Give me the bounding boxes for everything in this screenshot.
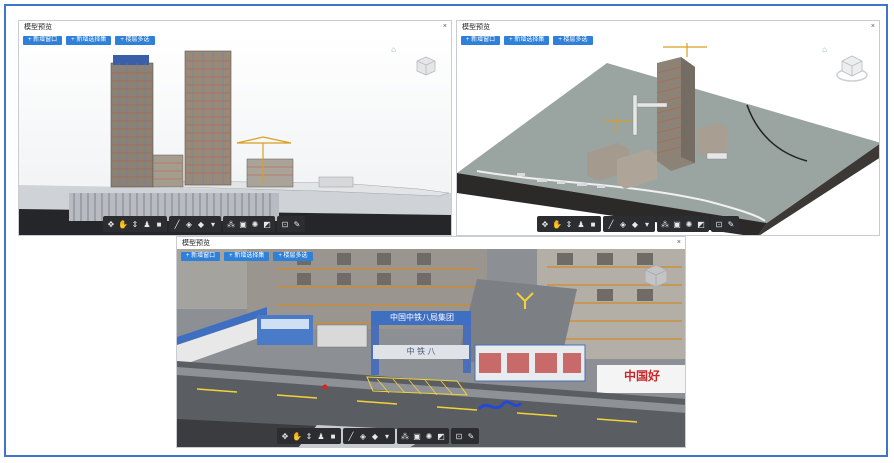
settings-icon[interactable]: ✺ <box>423 428 435 444</box>
measure-icon[interactable]: ╱ <box>345 428 357 444</box>
section-icon[interactable]: ◈ <box>357 428 369 444</box>
properties-icon[interactable]: ▣ <box>237 216 249 232</box>
close-icon[interactable]: × <box>677 239 681 247</box>
views-icon[interactable]: ▾ <box>381 428 393 444</box>
model-preview-panel-3: 模型预览 × 中国中铁八局集团 中 铁 八 中国好 + 新增窗口 + 新增选择集… <box>176 236 686 448</box>
settings-icon[interactable]: ✺ <box>249 216 261 232</box>
add-selection-set-button[interactable]: + 新增选择集 <box>66 36 112 45</box>
tree-icon[interactable]: ⁂ <box>659 216 671 232</box>
rotate-icon[interactable]: ✥ <box>105 216 117 232</box>
close-icon[interactable]: × <box>871 23 875 31</box>
view-cube-icon[interactable] <box>835 53 869 83</box>
add-selection-set-button[interactable]: + 新增选择集 <box>504 36 550 45</box>
gate-sign-text: 中国中铁八局集团 <box>390 313 454 322</box>
tree-icon[interactable]: ⁂ <box>225 216 237 232</box>
viewer-toolbar: ✥ ✋ ⇕ ♟ ■ ╱ ◈ ◆ ▾ ⁂ ▣ ✺ ◩ ⊡ ✎ <box>103 216 305 232</box>
close-icon[interactable]: × <box>443 23 447 31</box>
pin-icon[interactable]: ✎ <box>291 216 303 232</box>
fullscreen-icon[interactable]: ◩ <box>435 428 447 444</box>
settings-icon[interactable]: ✺ <box>683 216 695 232</box>
zoom-icon[interactable]: ⇕ <box>303 428 315 444</box>
model-preview-panel-1: 模型预览 × + 新增窗口 + 新增选择集 + 楼层多选 ⌂ ✥ ✋ ⇕ ♟ ■… <box>18 20 452 236</box>
add-selection-set-button[interactable]: + 新增选择集 <box>224 252 270 261</box>
screenshot-icon[interactable]: ⊡ <box>713 216 725 232</box>
section-icon[interactable]: ◈ <box>617 216 629 232</box>
properties-icon[interactable]: ▣ <box>671 216 683 232</box>
pin-icon[interactable]: ✎ <box>725 216 737 232</box>
screenshot-icon[interactable]: ⊡ <box>453 428 465 444</box>
hand-icon[interactable]: ✋ <box>291 428 303 444</box>
gate-lower-text: 中 铁 八 <box>406 347 436 356</box>
home-icon[interactable]: ⌂ <box>822 45 827 54</box>
model-preview-panel-2: 模型预览 × + 新增窗口 + 新增选择集 + 楼层多选 ⌂ ✥ ✋ ⇕ ♟ ■… <box>456 20 880 236</box>
figure-frame: 模型预览 × + 新增窗口 + 新增选择集 + 楼层多选 ⌂ ✥ ✋ ⇕ ♟ ■… <box>4 4 888 457</box>
layers-icon[interactable]: ◆ <box>629 216 641 232</box>
measure-icon[interactable]: ╱ <box>171 216 183 232</box>
hand-icon[interactable]: ✋ <box>551 216 563 232</box>
floor-multiselect-button[interactable]: + 楼层多选 <box>115 36 155 45</box>
camera-icon[interactable]: ■ <box>153 216 165 232</box>
view-cube-icon[interactable] <box>643 263 669 289</box>
zoom-icon[interactable]: ⇕ <box>563 216 575 232</box>
camera-icon[interactable]: ■ <box>327 428 339 444</box>
fullscreen-icon[interactable]: ◩ <box>261 216 273 232</box>
model-viewport-1[interactable] <box>19 33 451 235</box>
panel-title: 模型预览 <box>24 24 52 31</box>
zoom-icon[interactable]: ⇕ <box>129 216 141 232</box>
rotate-icon[interactable]: ✥ <box>279 428 291 444</box>
properties-icon[interactable]: ▣ <box>411 428 423 444</box>
views-icon[interactable]: ▾ <box>641 216 653 232</box>
floor-multiselect-button[interactable]: + 楼层多选 <box>273 252 313 261</box>
home-icon[interactable]: ⌂ <box>391 45 396 54</box>
layers-icon[interactable]: ◆ <box>195 216 207 232</box>
model-viewport-3[interactable]: 中国中铁八局集团 中 铁 八 中国好 <box>177 249 685 447</box>
tree-icon[interactable]: ⁂ <box>399 428 411 444</box>
add-window-button[interactable]: + 新增窗口 <box>23 36 63 45</box>
viewer-toolbar: ✥ ✋ ⇕ ♟ ■ ╱ ◈ ◆ ▾ ⁂ ▣ ✺ ◩ ⊡ ✎ <box>537 216 739 232</box>
view-cube-icon[interactable] <box>415 55 437 77</box>
pin-icon[interactable]: ✎ <box>465 428 477 444</box>
hoarding-text: 中国好 <box>623 369 660 383</box>
layers-icon[interactable]: ◆ <box>369 428 381 444</box>
walk-icon[interactable]: ♟ <box>575 216 587 232</box>
model-viewport-2[interactable] <box>457 33 879 235</box>
section-icon[interactable]: ◈ <box>183 216 195 232</box>
add-window-button[interactable]: + 新增窗口 <box>461 36 501 45</box>
measure-icon[interactable]: ╱ <box>605 216 617 232</box>
walk-icon[interactable]: ♟ <box>141 216 153 232</box>
views-icon[interactable]: ▾ <box>207 216 219 232</box>
hand-icon[interactable]: ✋ <box>117 216 129 232</box>
walk-icon[interactable]: ♟ <box>315 428 327 444</box>
rotate-icon[interactable]: ✥ <box>539 216 551 232</box>
panel-title: 模型预览 <box>182 240 210 247</box>
screenshot-icon[interactable]: ⊡ <box>279 216 291 232</box>
camera-icon[interactable]: ■ <box>587 216 599 232</box>
fullscreen-icon[interactable]: ◩ <box>695 216 707 232</box>
panel-title: 模型预览 <box>462 24 490 31</box>
viewer-toolbar: ✥ ✋ ⇕ ♟ ■ ╱ ◈ ◆ ▾ ⁂ ▣ ✺ ◩ ⊡ ✎ <box>277 428 479 444</box>
add-window-button[interactable]: + 新增窗口 <box>181 252 221 261</box>
floor-multiselect-button[interactable]: + 楼层多选 <box>553 36 593 45</box>
